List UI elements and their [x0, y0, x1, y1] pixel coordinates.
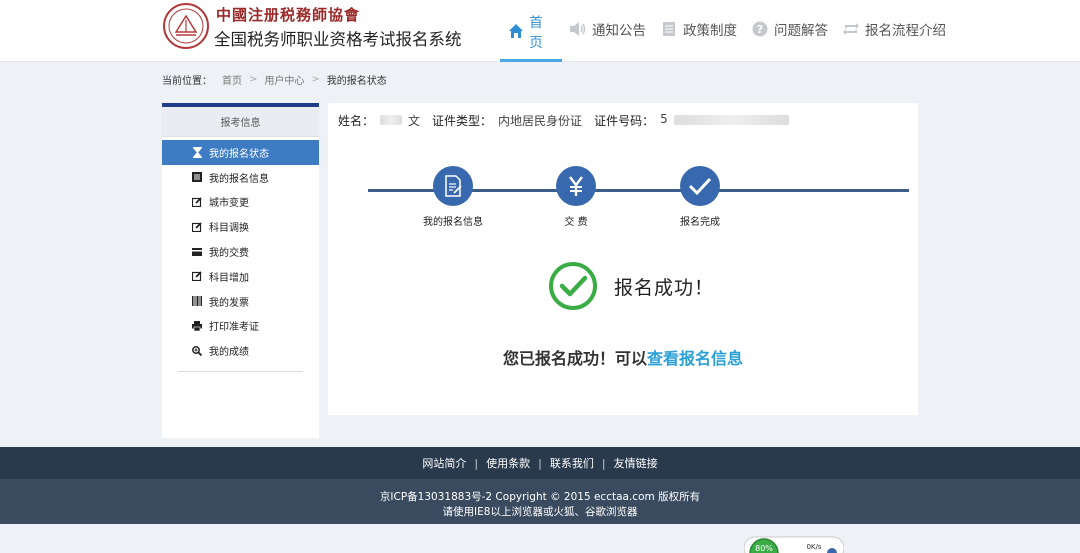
id-type-label: 证件类型： [432, 114, 493, 128]
step-payment: 交 费 [526, 166, 626, 228]
breadcrumb: 当前位置： 首页 > 用户中心 > 我的报名状态 [162, 72, 387, 87]
sidebar-divider [178, 371, 303, 373]
sidebar-item-label: 科目增加 [209, 272, 249, 284]
sidebar-item-city-change[interactable]: 城市变更 [162, 190, 319, 215]
footer-link-about[interactable]: 网站简介 [422, 455, 466, 471]
breadcrumb-home[interactable]: 首页 [222, 72, 242, 87]
edit-icon [192, 222, 202, 232]
sidebar-item-subject-add[interactable]: 科目增加 [162, 264, 319, 289]
sidebar: 报考信息 我的报名状态 我的报名信息 城市变更 科目调换 我的交费 科目增加 我… [162, 103, 319, 438]
footer-links: 网站简介 | 使用条款 | 联系我们 | 友情链接 [0, 447, 1080, 479]
sidebar-item-registration-status[interactable]: 我的报名状态 [162, 140, 319, 165]
step-label: 交 费 [564, 217, 588, 228]
applicant-info: 姓名： 文 证件类型： 内地居民身份证 证件号码： 5 [338, 112, 789, 129]
widget-percent: 80% [755, 544, 773, 553]
breadcrumb-user-center[interactable]: 用户中心 [264, 72, 304, 87]
success-banner: 报名成功！ [548, 261, 714, 311]
copyright-text: 京ICP备13031883号-2 Copyright © 2015 ecctaa… [379, 491, 701, 503]
nav-process-label: 报名流程介绍 [865, 23, 946, 39]
footer-separator: | [474, 456, 479, 470]
name-value: 文 [408, 114, 421, 128]
sidebar-item-label: 城市变更 [209, 198, 249, 210]
result-message: 您已报名成功！可以查看报名信息 [328, 345, 918, 369]
sidebar-item-my-invoice[interactable]: 我的发票 [162, 289, 319, 314]
result-text: 您已报名成功！可以 [502, 349, 647, 368]
sidebar-item-label: 我的发票 [209, 297, 249, 309]
association-logo-icon [163, 3, 209, 49]
top-nav: 首页 通知公告 政策制度 ? 问题解答 报名流程介绍 [500, 0, 953, 62]
sidebar-item-label: 我的交费 [209, 248, 249, 260]
sidebar-item-label: 我的报名状态 [209, 148, 269, 160]
speaker-icon [569, 20, 587, 38]
check-icon [680, 166, 720, 206]
step-complete: 报名完成 [650, 166, 750, 228]
list-icon [192, 172, 202, 183]
breadcrumb-separator: > [249, 73, 258, 85]
repeat-icon [842, 20, 860, 38]
sidebar-item-label: 我的成绩 [209, 347, 249, 359]
sidebar-item-label: 打印准考证 [209, 322, 259, 334]
sidebar-item-print-admission[interactable]: 打印准考证 [162, 314, 319, 339]
breadcrumb-current: 我的报名状态 [326, 75, 387, 87]
hourglass-icon [192, 146, 202, 158]
breadcrumb-separator: > [311, 73, 320, 85]
main-panel: 姓名： 文 证件类型： 内地居民身份证 证件号码： 5 我的报名信息 交 费 报… [328, 103, 918, 415]
footer-info: 京ICP备13031883号-2 Copyright © 2015 ecctaa… [0, 479, 1080, 524]
sidebar-item-my-scores[interactable]: 我的成绩 [162, 338, 319, 363]
zoom-icon [192, 345, 202, 356]
edit-icon [192, 197, 202, 207]
nav-home[interactable]: 首页 [500, 0, 562, 62]
sidebar-item-label: 科目调换 [209, 223, 249, 235]
barcode-icon [192, 296, 202, 307]
printer-icon [192, 320, 202, 331]
footer-link-terms[interactable]: 使用条款 [486, 455, 530, 471]
name-redacted [380, 115, 403, 125]
success-check-icon [549, 262, 597, 310]
nav-home-label: 首页 [529, 15, 543, 51]
question-icon: ? [751, 20, 769, 38]
network-speed-widget[interactable]: 80% 0K/s [744, 535, 844, 553]
sidebar-item-subject-swap[interactable]: 科目调换 [162, 214, 319, 239]
nav-faq-label: 问题解答 [774, 23, 828, 39]
svg-text:?: ? [757, 23, 763, 36]
header: 中國注册税務師協會 全国税务师职业资格考试报名系统 首页 通知公告 政策制度 ?… [0, 0, 1080, 62]
id-number-redacted [673, 115, 789, 125]
home-icon [507, 22, 524, 40]
step-label: 报名完成 [680, 217, 720, 228]
success-title: 报名成功！ [614, 276, 715, 299]
card-icon [192, 247, 202, 257]
sidebar-title: 报考信息 [162, 107, 319, 137]
nav-process[interactable]: 报名流程介绍 [835, 0, 953, 58]
sidebar-item-my-payment[interactable]: 我的交费 [162, 239, 319, 264]
widget-speed: 0K/s [806, 543, 821, 551]
nav-faq[interactable]: ? 问题解答 [744, 0, 835, 58]
sidebar-menu: 我的报名状态 我的报名信息 城市变更 科目调换 我的交费 科目增加 我的发票 打… [162, 137, 319, 363]
browser-note: 请使用IE8以上浏览器或火狐、谷歌浏览器 [442, 506, 638, 518]
step-registration-info: 我的报名信息 [403, 166, 503, 228]
nav-policy-label: 政策制度 [683, 23, 737, 39]
footer-separator: | [601, 456, 606, 470]
document-icon [660, 20, 678, 38]
breadcrumb-label: 当前位置： [162, 75, 212, 87]
footer-link-contact[interactable]: 联系我们 [550, 455, 594, 471]
footer-link-friends[interactable]: 友情链接 [614, 455, 658, 471]
name-label: 姓名： [338, 114, 375, 128]
nav-notices-label: 通知公告 [592, 23, 646, 39]
id-number-value: 5 [660, 112, 668, 126]
view-registration-link[interactable]: 查看报名信息 [647, 349, 743, 368]
system-title: 全国税务师职业资格考试报名系统 [214, 30, 462, 49]
sidebar-item-registration-info[interactable]: 我的报名信息 [162, 165, 319, 190]
footer-separator: | [538, 456, 542, 470]
form-icon [433, 166, 473, 206]
yuan-icon [556, 166, 596, 206]
sidebar-item-label: 我的报名信息 [209, 173, 269, 185]
org-name: 中國注册税務師協會 [216, 6, 361, 24]
edit-icon [192, 271, 202, 282]
nav-policy[interactable]: 政策制度 [653, 0, 744, 58]
id-number-label: 证件号码： [594, 114, 655, 128]
step-label: 我的报名信息 [423, 217, 483, 228]
nav-notices[interactable]: 通知公告 [562, 0, 653, 58]
id-type-value: 内地居民身份证 [498, 114, 583, 128]
